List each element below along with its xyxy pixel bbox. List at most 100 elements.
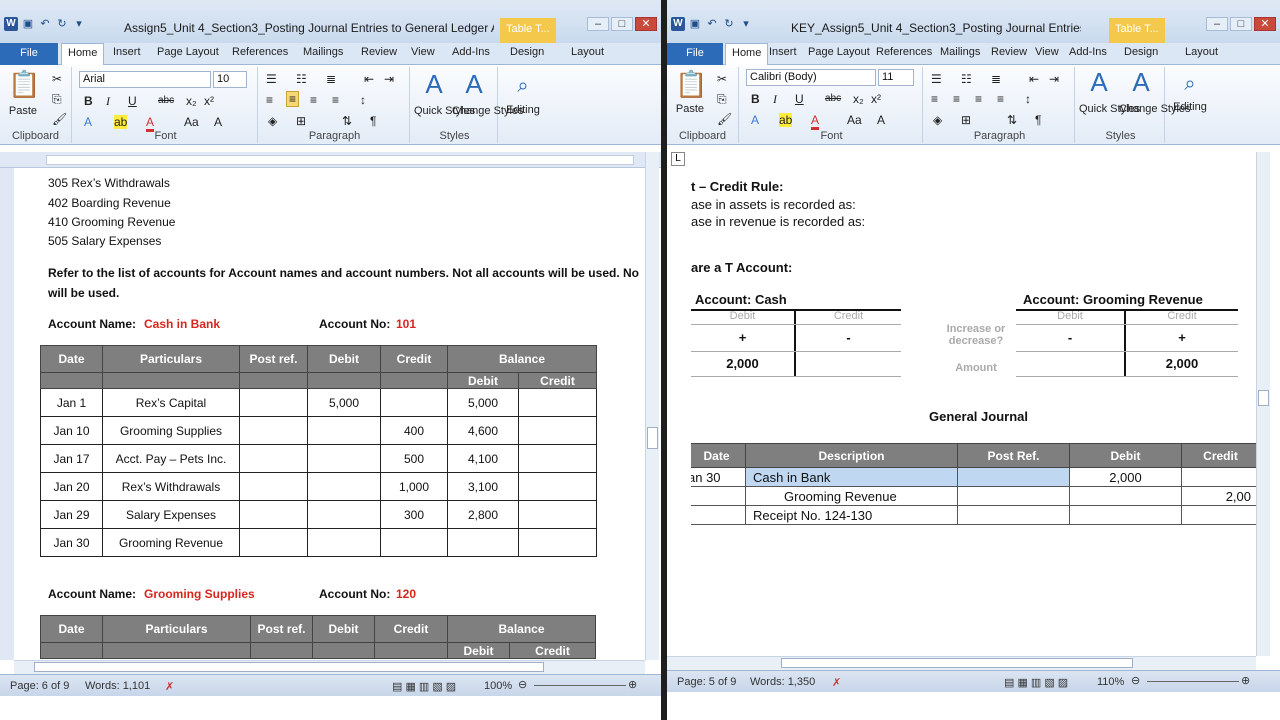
table-cell[interactable]	[239, 444, 308, 473]
tab-design[interactable]: Design	[1124, 46, 1158, 58]
horizontal-scrollbar[interactable]	[14, 660, 645, 674]
table-cell[interactable]: Salary Expenses	[102, 500, 240, 529]
binoculars-icon[interactable]: ⌕	[508, 71, 538, 101]
tab-add-ins[interactable]: Add-Ins	[1069, 46, 1107, 58]
font-size-select[interactable]: 10	[213, 71, 247, 88]
change-case-icon[interactable]: Aa	[184, 115, 199, 129]
tab-review[interactable]: Review	[991, 46, 1027, 58]
table-cell[interactable]	[307, 444, 381, 473]
table-cell[interactable]: Rex’s Withdrawals	[102, 472, 240, 501]
tab-file[interactable]: File	[0, 43, 58, 65]
table-cell[interactable]: 400	[380, 416, 448, 445]
table-cell[interactable]: Rex’s Capital	[102, 388, 240, 417]
vertical-ruler[interactable]	[0, 168, 14, 660]
tab-layout[interactable]: Layout	[1185, 46, 1218, 58]
table-cell[interactable]: Acct. Pay – Pets Inc.	[102, 444, 240, 473]
table-cell[interactable]: Jan 20	[40, 472, 103, 501]
align-center-icon[interactable]: ≡	[286, 91, 300, 107]
line-spacing-icon[interactable]: ↕	[360, 93, 366, 107]
journal-cell[interactable]: 2,000	[1069, 467, 1182, 487]
show-formatting-icon[interactable]: ¶	[370, 114, 376, 128]
increase-indent-icon[interactable]: ⇥	[384, 72, 394, 86]
format-painter-icon[interactable]: 🖌	[717, 112, 732, 126]
tab-view[interactable]: View	[1035, 46, 1059, 58]
proofing-icon[interactable]: ✗	[165, 680, 174, 693]
table-cell[interactable]	[518, 500, 597, 529]
page-count[interactable]: Page: 6 of 9	[10, 680, 69, 692]
journal-cell[interactable]	[957, 486, 1070, 506]
table-cell[interactable]	[447, 528, 519, 557]
tab-view[interactable]: View	[411, 46, 435, 58]
justify-icon[interactable]: ≡	[997, 92, 1004, 106]
change-styles-icon[interactable]: A	[1125, 67, 1157, 97]
tab-references[interactable]: References	[232, 46, 288, 58]
customize-dropdown-icon[interactable]: ▾	[739, 17, 753, 31]
borders-icon[interactable]: ⊞	[296, 114, 306, 128]
text-effects-icon[interactable]: A	[84, 115, 92, 129]
vertical-scrollbar[interactable]	[1256, 152, 1270, 656]
table-cell[interactable]: 300	[380, 500, 448, 529]
change-styles-button[interactable]: Change Styles	[452, 105, 524, 118]
table-cell[interactable]	[307, 528, 381, 557]
bold-icon[interactable]: B	[84, 94, 93, 108]
undo-icon[interactable]: ↶	[705, 17, 719, 31]
copy-icon[interactable]: ⎘	[717, 92, 727, 106]
close-icon[interactable]: ✕	[635, 17, 657, 31]
table-cell[interactable]	[380, 528, 448, 557]
decrease-indent-icon[interactable]: ⇤	[364, 72, 374, 86]
journal-cell[interactable]: Cash in Bank	[745, 467, 958, 487]
save-icon[interactable]: ▣	[21, 17, 35, 31]
font-size-select[interactable]: 11	[878, 69, 914, 86]
journal-cell[interactable]: an 30	[691, 467, 746, 487]
copy-icon[interactable]: ⎘	[52, 92, 62, 106]
zoom-slider[interactable]	[1147, 681, 1239, 682]
binoculars-icon[interactable]: ⌕	[1175, 69, 1205, 99]
table-cell[interactable]: 1,000	[380, 472, 448, 501]
tab-home[interactable]: Home	[61, 43, 105, 66]
bullets-icon[interactable]: ☰	[266, 72, 277, 86]
align-right-icon[interactable]: ≡	[975, 92, 982, 106]
align-right-icon[interactable]: ≡	[310, 93, 317, 107]
table-cell[interactable]	[239, 528, 308, 557]
multilevel-list-icon[interactable]: ≣	[326, 72, 336, 86]
zoom-in-icon[interactable]: ⊕	[628, 678, 637, 691]
subscript-icon[interactable]: x₂	[186, 94, 197, 108]
tab-references[interactable]: References	[876, 46, 932, 58]
tab-add-ins[interactable]: Add-Ins	[452, 46, 490, 58]
text-effects-icon[interactable]: A	[751, 113, 759, 127]
grow-font-icon[interactable]: A	[877, 113, 885, 127]
table-cell[interactable]: Grooming Revenue	[102, 528, 240, 557]
font-name-select[interactable]: Arial	[79, 71, 211, 88]
document-page[interactable]: t – Credit Rule: ase in assets is record…	[691, 168, 1256, 656]
zoom-level[interactable]: 100%	[484, 680, 512, 692]
table-cell[interactable]: 4,600	[447, 416, 519, 445]
shading-icon[interactable]: ◈	[933, 113, 942, 127]
word-count[interactable]: Words: 1,350	[750, 676, 815, 688]
journal-cell[interactable]	[691, 505, 746, 525]
tab-mailings[interactable]: Mailings	[303, 46, 343, 58]
table-cell[interactable]	[518, 528, 597, 557]
table-cell[interactable]: Jan 17	[40, 444, 103, 473]
maximize-icon[interactable]: □	[1230, 17, 1252, 31]
journal-cell[interactable]	[1069, 505, 1182, 525]
table-cell[interactable]: 3,100	[447, 472, 519, 501]
journal-cell[interactable]: Grooming Revenue	[745, 486, 958, 506]
table-cell[interactable]: Jan 10	[40, 416, 103, 445]
horizontal-ruler[interactable]	[0, 152, 661, 168]
change-styles-icon[interactable]: A	[458, 69, 490, 99]
tab-insert[interactable]: Insert	[769, 46, 797, 58]
tab-layout[interactable]: Layout	[571, 46, 604, 58]
vertical-scroll-thumb[interactable]	[647, 427, 658, 449]
show-formatting-icon[interactable]: ¶	[1035, 113, 1041, 127]
paste-button[interactable]: Paste	[675, 103, 705, 116]
cut-icon[interactable]: ✂	[52, 72, 62, 86]
decrease-indent-icon[interactable]: ⇤	[1029, 72, 1039, 86]
table-cell[interactable]: Jan 29	[40, 500, 103, 529]
zoom-level[interactable]: 110%	[1097, 676, 1124, 688]
tab-file[interactable]: File	[667, 43, 723, 65]
table-cell[interactable]	[239, 416, 308, 445]
font-color-icon[interactable]: A	[811, 113, 820, 130]
change-case-icon[interactable]: Aa	[847, 113, 862, 127]
horizontal-scroll-thumb[interactable]	[781, 658, 1133, 668]
line-spacing-icon[interactable]: ↕	[1025, 92, 1031, 106]
